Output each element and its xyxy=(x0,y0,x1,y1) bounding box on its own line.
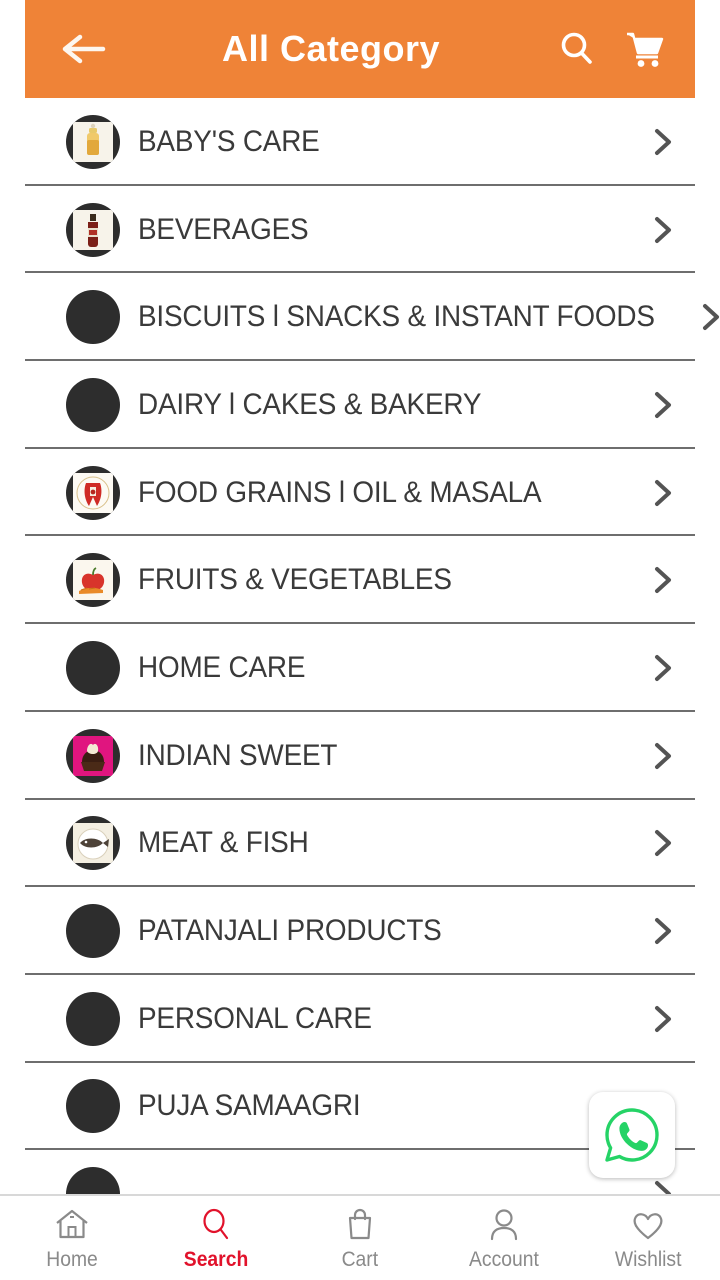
list-item-label: FOOD GRAINS l OIL & MASALA xyxy=(138,475,542,509)
cart-icon xyxy=(627,32,664,67)
nav-label-cart: Cart xyxy=(341,1248,379,1271)
category-thumbnail xyxy=(66,114,120,169)
nav-item-search[interactable]: Search xyxy=(144,1204,288,1272)
category-thumbnail xyxy=(66,991,120,1046)
nav-item-wishlist[interactable]: Wishlist xyxy=(576,1204,720,1272)
nav-label-home: Home xyxy=(46,1248,98,1271)
list-item[interactable]: BABY'S CARE xyxy=(0,98,720,186)
chevron-right-icon[interactable] xyxy=(646,651,680,685)
list-item[interactable]: MEAT & FISH xyxy=(0,800,720,888)
chevron-right-icon[interactable] xyxy=(694,300,720,334)
list-item[interactable]: DAIRY l CAKES & BAKERY xyxy=(0,361,720,449)
chevron-right-icon[interactable] xyxy=(646,476,680,510)
header-search-button[interactable] xyxy=(555,27,599,71)
app-header: All Category xyxy=(25,0,695,98)
arrow-left-icon xyxy=(62,34,106,64)
category-thumbnail xyxy=(66,816,120,871)
chevron-right-icon[interactable] xyxy=(646,826,680,860)
list-item-label: FRUITS & VEGETABLES xyxy=(138,563,452,597)
header-actions xyxy=(555,27,677,71)
nav-label-account: Account xyxy=(469,1248,539,1271)
baby-bottle-image xyxy=(73,121,113,162)
list-item-label: BISCUITS l SNACKS & INSTANT FOODS xyxy=(138,300,655,334)
back-button[interactable] xyxy=(55,20,113,78)
list-item-label: BABY'S CARE xyxy=(138,124,320,158)
nav-label-wishlist: Wishlist xyxy=(614,1248,682,1271)
chevron-right-icon[interactable] xyxy=(646,739,680,773)
list-item-label: PATANJALI PRODUCTS xyxy=(138,914,442,948)
heart-icon xyxy=(628,1204,668,1244)
category-thumbnail xyxy=(66,465,120,520)
list-item-label: PUJA SAMAAGRI xyxy=(138,1089,361,1123)
category-thumbnail xyxy=(66,377,120,432)
nav-item-account[interactable]: Account xyxy=(432,1204,576,1272)
grains-spices-image xyxy=(73,472,113,513)
nav-item-cart[interactable]: Cart xyxy=(288,1204,432,1272)
chevron-right-icon[interactable] xyxy=(646,213,680,247)
whatsapp-icon xyxy=(605,1108,659,1162)
bottom-navigation: Home Search Cart Account Wishlist xyxy=(0,1194,720,1280)
list-item[interactable]: FOOD GRAINS l OIL & MASALA xyxy=(0,449,720,537)
category-thumbnail xyxy=(66,202,120,257)
list-item-label: HOME CARE xyxy=(138,650,306,684)
fish-plate-image xyxy=(73,823,113,864)
chevron-right-icon[interactable] xyxy=(646,914,680,948)
chevron-right-icon[interactable] xyxy=(646,388,680,422)
chevron-right-icon[interactable] xyxy=(646,125,680,159)
category-list[interactable]: BABY'S CARE BEVERAGES BISCUITS l SNACKS … xyxy=(0,98,720,1196)
nav-item-home[interactable]: Home xyxy=(0,1204,144,1272)
list-item[interactable]: BEVERAGES xyxy=(0,186,720,274)
person-icon xyxy=(484,1204,524,1244)
bag-icon xyxy=(340,1204,380,1244)
list-item[interactable]: PATANJALI PRODUCTS xyxy=(0,887,720,975)
category-thumbnail xyxy=(66,904,120,959)
fruits-veggies-image xyxy=(73,560,113,601)
list-item[interactable]: PERSONAL CARE xyxy=(0,975,720,1063)
category-thumbnail xyxy=(66,728,120,783)
category-thumbnail xyxy=(66,1079,120,1134)
list-item-label: PERSONAL CARE xyxy=(138,1001,372,1035)
header-cart-button[interactable] xyxy=(623,27,667,71)
list-item[interactable]: BISCUITS l SNACKS & INSTANT FOODS xyxy=(0,273,720,361)
beverage-bottle-image xyxy=(73,209,113,250)
list-item[interactable]: FRUITS & VEGETABLES xyxy=(0,536,720,624)
whatsapp-chat-button[interactable] xyxy=(589,1092,675,1178)
sweet-cupcake-image xyxy=(73,735,113,776)
chevron-right-icon[interactable] xyxy=(646,563,680,597)
category-thumbnail xyxy=(66,640,120,695)
chevron-right-icon[interactable] xyxy=(646,1002,680,1036)
category-thumbnail xyxy=(66,290,120,345)
search-icon xyxy=(196,1204,236,1244)
search-icon xyxy=(561,32,592,64)
list-item-label: MEAT & FISH xyxy=(138,826,309,860)
list-item[interactable]: HOME CARE xyxy=(0,624,720,712)
category-thumbnail xyxy=(66,553,120,608)
list-item[interactable]: INDIAN SWEET xyxy=(0,712,720,800)
page-title: All Category xyxy=(221,28,441,69)
nav-label-search: Search xyxy=(183,1248,249,1271)
home-icon xyxy=(52,1204,92,1244)
list-item-label: INDIAN SWEET xyxy=(138,738,338,772)
list-item-label: BEVERAGES xyxy=(138,212,309,246)
list-item-label: DAIRY l CAKES & BAKERY xyxy=(138,387,482,421)
category-thumbnail xyxy=(66,1167,120,1196)
